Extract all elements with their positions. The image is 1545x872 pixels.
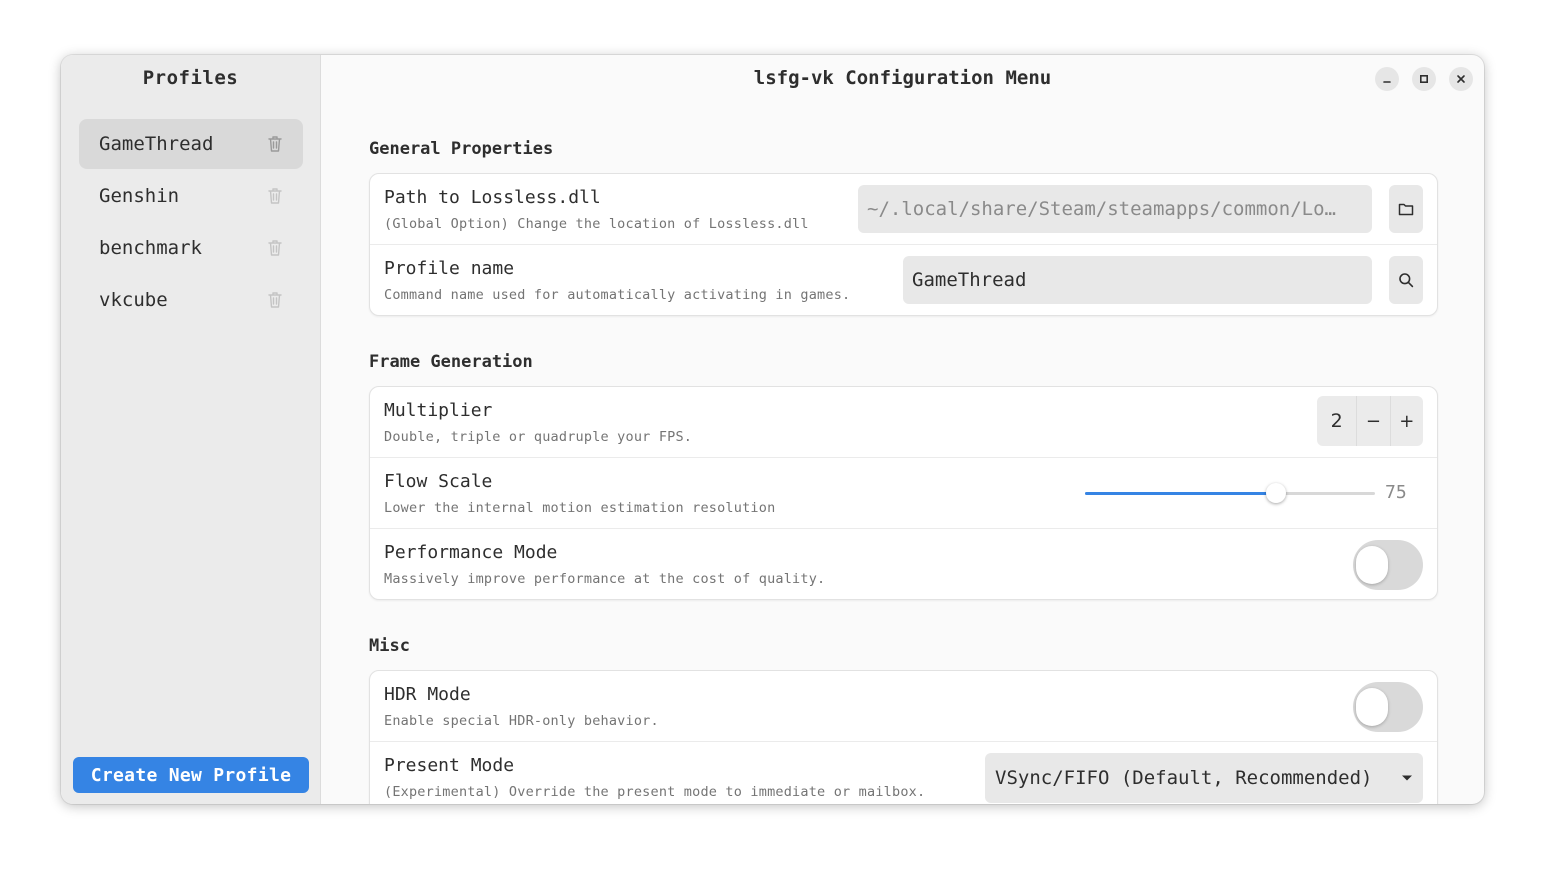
switch-knob (1356, 546, 1388, 584)
profile-label: vkcube (99, 289, 168, 311)
profile-list: GameThread Genshin benchmark vkcube (79, 119, 303, 327)
row-subtitle: Massively improve performance at the cos… (384, 571, 826, 587)
card-misc: HDR Mode Enable special HDR-only behavio… (369, 670, 1438, 804)
slider-fill (1085, 492, 1277, 495)
profile-name-input[interactable]: GameThread (903, 256, 1372, 304)
row-subtitle: Command name used for automatically acti… (384, 287, 851, 303)
row-subtitle: Lower the internal motion estimation res… (384, 500, 776, 516)
decrement-button[interactable]: − (1356, 396, 1389, 446)
slider-handle[interactable] (1266, 483, 1287, 503)
profile-item-gamethread[interactable]: GameThread (79, 119, 303, 169)
row-flow-scale: Flow Scale Lower the internal motion est… (370, 458, 1437, 529)
window-title: lsfg-vk Configuration Menu (753, 67, 1052, 89)
switch-knob (1356, 688, 1388, 726)
create-profile-button[interactable]: Create New Profile (73, 757, 309, 793)
row-performance-mode: Performance Mode Massively improve perfo… (370, 529, 1437, 599)
search-icon (1399, 273, 1414, 288)
maximize-button[interactable] (1412, 67, 1436, 91)
close-icon (1457, 75, 1465, 83)
minimize-icon (1383, 81, 1391, 83)
section-title-misc: Misc (369, 636, 410, 656)
trash-icon[interactable] (267, 187, 283, 205)
trash-icon[interactable] (267, 239, 283, 257)
dropdown-selected-value: VSync/FIFO (Default, Recommended) (995, 767, 1373, 789)
row-subtitle: Enable special HDR-only behavior. (384, 713, 659, 729)
flow-scale-value: 75 (1385, 482, 1407, 503)
card-general: Path to Lossless.dll (Global Option) Cha… (369, 173, 1438, 316)
section-title-framegen: Frame Generation (369, 352, 533, 372)
sidebar: Profiles GameThread Genshin benchmark vk… (61, 55, 321, 804)
row-subtitle: Double, triple or quadruple your FPS. (384, 429, 693, 445)
path-input[interactable]: ~/.local/share/Steam/steamapps/common/Lo… (858, 185, 1372, 233)
trash-icon[interactable] (267, 291, 283, 309)
performance-mode-switch[interactable] (1353, 540, 1423, 590)
flow-scale-slider[interactable] (1085, 483, 1375, 503)
window-controls (1375, 67, 1473, 91)
row-present-mode: Present Mode (Experimental) Override the… (370, 742, 1437, 804)
profile-item-benchmark[interactable]: benchmark (79, 223, 303, 273)
row-title: Path to Lossless.dll (384, 187, 601, 208)
card-framegen: Multiplier Double, triple or quadruple y… (369, 386, 1438, 600)
increment-button[interactable]: + (1389, 396, 1423, 446)
profile-item-genshin[interactable]: Genshin (79, 171, 303, 221)
main-content: lsfg-vk Configuration Menu General Prope… (321, 55, 1484, 804)
row-title: Performance Mode (384, 542, 558, 563)
row-title: HDR Mode (384, 684, 471, 705)
row-multiplier: Multiplier Double, triple or quadruple y… (370, 387, 1437, 458)
row-profile-name: Profile name Command name used for autom… (370, 245, 1437, 315)
row-title: Profile name (384, 258, 515, 279)
browse-folder-button[interactable] (1389, 185, 1423, 233)
trash-icon[interactable] (267, 135, 283, 153)
hdr-mode-switch[interactable] (1353, 682, 1423, 732)
row-path: Path to Lossless.dll (Global Option) Cha… (370, 174, 1437, 245)
minimize-button[interactable] (1375, 67, 1399, 91)
row-title: Present Mode (384, 755, 515, 776)
multiplier-spinbutton: 2 − + (1317, 396, 1423, 446)
section-title-general: General Properties (369, 139, 554, 159)
app-window: Profiles GameThread Genshin benchmark vk… (61, 55, 1484, 804)
search-button[interactable] (1389, 256, 1423, 304)
row-title: Flow Scale (384, 471, 493, 492)
row-subtitle: (Global Option) Change the location of L… (384, 216, 809, 232)
profile-label: GameThread (99, 133, 214, 155)
multiplier-value[interactable]: 2 (1317, 396, 1356, 446)
row-hdr-mode: HDR Mode Enable special HDR-only behavio… (370, 671, 1437, 742)
present-mode-dropdown[interactable]: VSync/FIFO (Default, Recommended) (985, 753, 1423, 803)
sidebar-title: Profiles (142, 67, 239, 89)
row-subtitle: (Experimental) Override the present mode… (384, 784, 926, 800)
close-button[interactable] (1449, 67, 1473, 91)
profile-label: benchmark (99, 237, 202, 259)
chevron-down-icon (1402, 775, 1412, 781)
maximize-icon (1419, 74, 1429, 84)
row-title: Multiplier (384, 400, 493, 421)
profile-label: Genshin (99, 185, 180, 207)
profile-item-vkcube[interactable]: vkcube (79, 275, 303, 325)
folder-icon (1398, 203, 1414, 216)
